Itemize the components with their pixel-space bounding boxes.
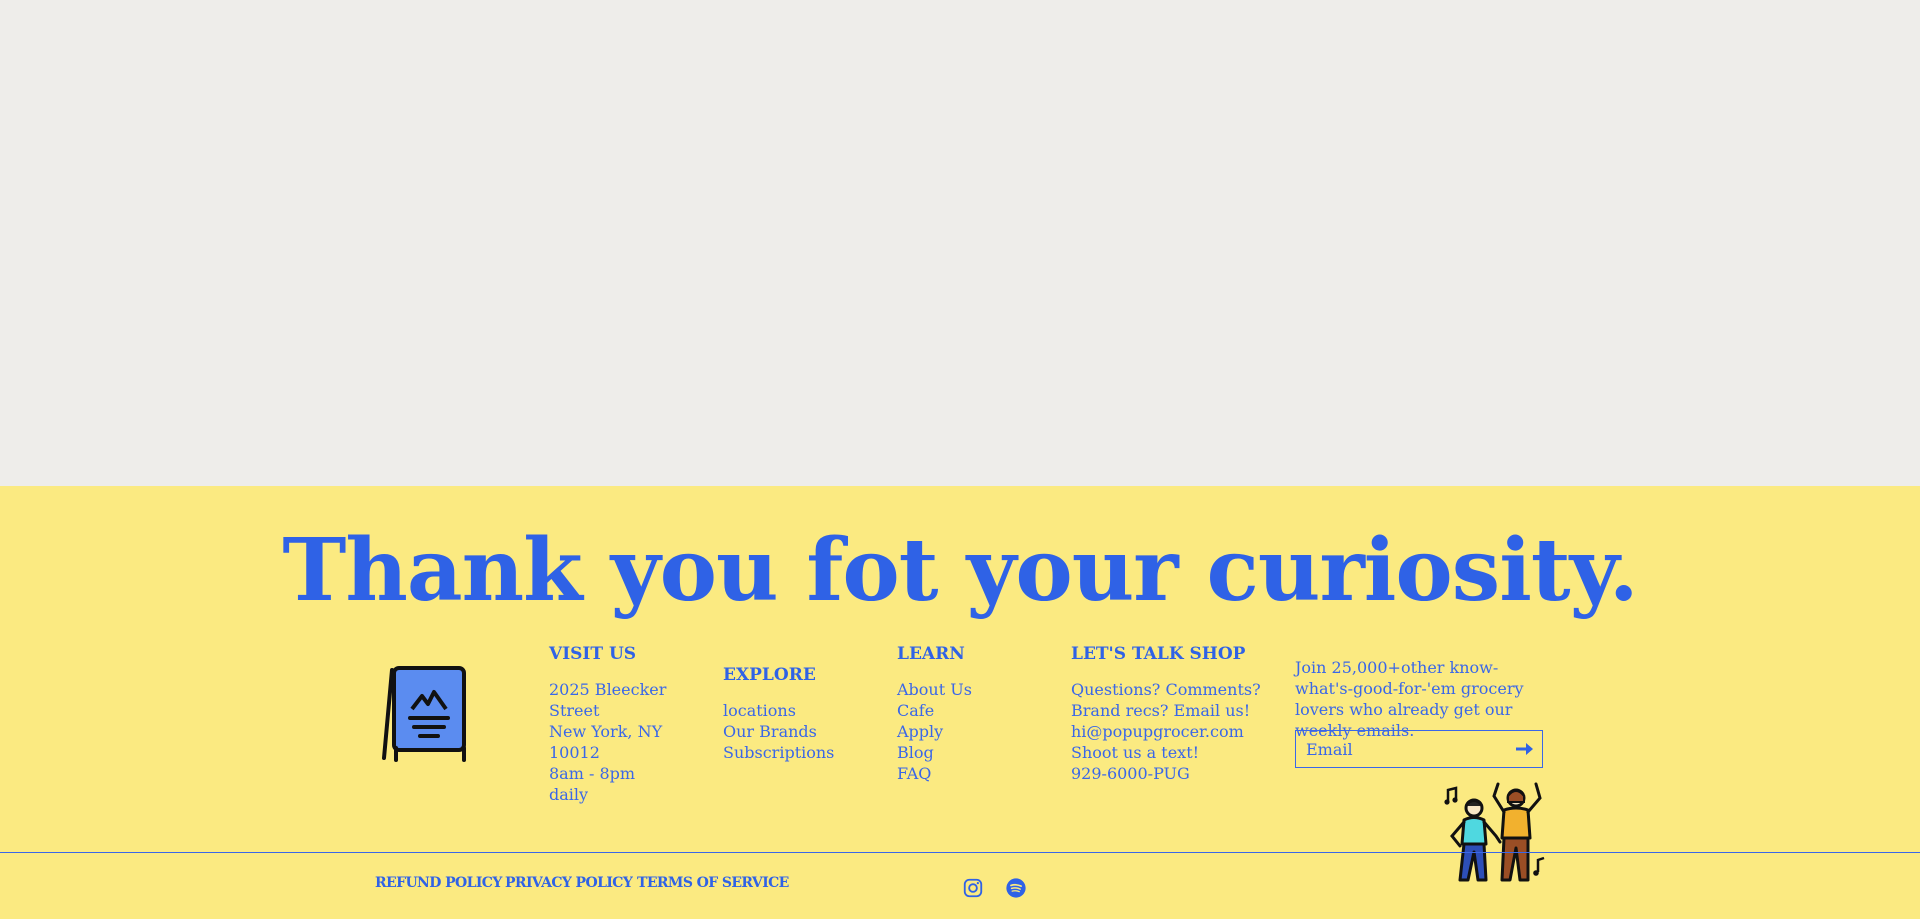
address-city: New York, NY 10012 xyxy=(549,722,663,762)
contact-line: Brand recs? Email us! xyxy=(1071,701,1251,720)
contact-phone-link[interactable]: 929-6000-PUG xyxy=(1071,763,1261,784)
explore-heading: EXPLORE xyxy=(723,665,816,685)
visit-us-column: VISIT US 2025 Bleecker Street New York, … xyxy=(549,644,679,805)
link-blog[interactable]: Blog xyxy=(897,742,972,763)
link-subscriptions[interactable]: Subscriptions xyxy=(723,742,834,763)
newsletter-text: Join 25,000+other know-what's-good-for-'… xyxy=(1295,658,1524,740)
dancing-people-illustration xyxy=(1444,782,1545,882)
email-submit-button[interactable] xyxy=(1512,737,1536,761)
address-street: 2025 Bleecker Street xyxy=(549,680,667,720)
lets-talk-shop-heading: LET'S TALK SHOP xyxy=(1071,644,1246,664)
page-content-area xyxy=(0,0,1920,486)
learn-column: LEARN About Us Cafe Apply Blog FAQ xyxy=(897,644,972,784)
email-input[interactable] xyxy=(1296,731,1506,767)
link-privacy-policy[interactable]: PRIVACY POLICY xyxy=(505,875,633,891)
store-hours: 8am - 8pm daily xyxy=(549,764,636,804)
footer-headline: Thank you fot your curiosity. xyxy=(282,520,1638,621)
site-footer: Thank you fot your curiosity. VISIT US 2… xyxy=(0,486,1920,919)
link-our-brands[interactable]: Our Brands xyxy=(723,721,834,742)
newsletter-blurb: Join 25,000+other know-what's-good-for-'… xyxy=(1295,657,1545,741)
link-terms-of-service[interactable]: TERMS OF SERVICE xyxy=(637,875,789,891)
newsletter-form xyxy=(1295,730,1543,768)
spotify-icon[interactable] xyxy=(1005,877,1027,899)
link-faq[interactable]: FAQ xyxy=(897,763,972,784)
visit-us-heading: VISIT US xyxy=(549,644,637,664)
contact-line: Questions? Comments? xyxy=(1071,680,1261,699)
link-cafe[interactable]: Cafe xyxy=(897,700,972,721)
link-about-us[interactable]: About Us xyxy=(897,679,972,700)
arrow-right-icon xyxy=(1516,743,1533,755)
explore-column: EXPLORE locations Our Brands Subscriptio… xyxy=(723,665,834,763)
contact-line: Shoot us a text! xyxy=(1071,743,1200,762)
contact-email-link[interactable]: hi@popupgrocer.com xyxy=(1071,721,1261,742)
lets-talk-shop-column: LET'S TALK SHOP Questions? Comments? Bra… xyxy=(1071,644,1261,784)
link-apply[interactable]: Apply xyxy=(897,721,972,742)
link-locations[interactable]: locations xyxy=(723,700,834,721)
instagram-icon[interactable] xyxy=(962,877,984,899)
footer-divider xyxy=(0,852,1920,853)
learn-heading: LEARN xyxy=(897,644,965,664)
sandwich-board-sign-icon xyxy=(382,666,466,762)
link-refund-policy[interactable]: REFUND POLICY xyxy=(375,875,502,891)
